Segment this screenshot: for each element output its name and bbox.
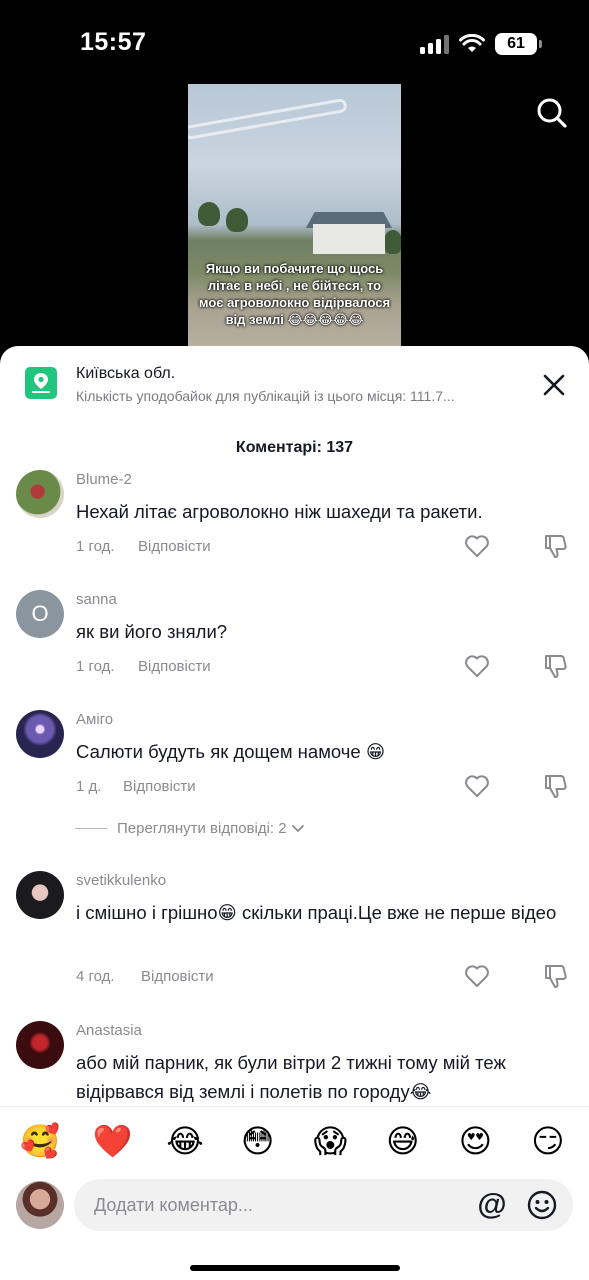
comment-input-box[interactable]: @ — [74, 1179, 573, 1231]
comment-username[interactable]: Blume-2 — [76, 471, 132, 488]
comment-input[interactable] — [94, 1179, 474, 1231]
status-bar: 15:57 61 — [0, 0, 589, 80]
reply-button[interactable]: Відповісти — [138, 658, 211, 675]
wifi-icon — [459, 34, 485, 52]
status-time: 15:57 — [80, 28, 147, 56]
close-icon[interactable] — [541, 372, 567, 398]
comment-text: Салюти будуть як дощем намоче 😁 — [76, 741, 386, 762]
home-indicator — [190, 1265, 400, 1271]
avatar[interactable] — [16, 871, 64, 919]
comment-time: 1 год. — [76, 538, 115, 555]
view-replies-button[interactable]: Переглянути відповіді: 2 — [75, 820, 305, 837]
emoji-button[interactable]: ❤️ — [93, 1121, 133, 1161]
smiley-icon[interactable] — [526, 1189, 558, 1221]
comment-username[interactable]: Anastasia — [76, 1022, 142, 1039]
emoji-button[interactable]: 🥰 — [20, 1121, 60, 1161]
video-preview[interactable]: Якщо ви побачите що щось літає в небі , … — [188, 84, 401, 354]
emoji-quick-bar: 🥰 ❤️ 😂 😳 😱 😅 😍 😏 — [20, 1121, 568, 1161]
emoji-button[interactable]: 😂 — [165, 1121, 205, 1161]
my-avatar[interactable] — [16, 1181, 64, 1229]
thumbs-down-icon[interactable] — [543, 773, 569, 799]
avatar[interactable]: O — [16, 590, 64, 638]
comment-text: або мій парник, як були вітри 2 тижні то… — [76, 1052, 506, 1102]
emoji-button[interactable]: 😅 — [383, 1121, 423, 1161]
video-tree — [198, 202, 220, 226]
battery-icon: 61 — [495, 33, 542, 55]
reply-button[interactable]: Відповісти — [138, 538, 211, 555]
screen: 15:57 61 Якщо ви побачите що щось літає … — [0, 0, 589, 1280]
comments-count: Коментарі: 137 — [235, 439, 354, 456]
comment-username[interactable]: Аміго — [76, 711, 113, 728]
thumbs-down-icon[interactable] — [543, 653, 569, 679]
comment-text: і смішно і грішно😁 скільки праці.Це вже … — [76, 902, 557, 923]
emoji-button[interactable]: 😱 — [310, 1121, 350, 1161]
emoji-button[interactable]: 😳 — [238, 1121, 278, 1161]
comment-composer: 🥰 ❤️ 😂 😳 😱 😅 😍 😏 @ — [0, 1106, 589, 1280]
reply-button[interactable]: Відповісти — [123, 778, 196, 795]
comment-text: Нехай літає агроволокно ніж шахеди та ра… — [76, 501, 483, 522]
heart-outline-icon[interactable] — [464, 654, 490, 678]
heart-outline-icon[interactable] — [464, 774, 490, 798]
status-icons: 61 — [420, 32, 542, 56]
comment-time: 1 д. — [76, 778, 102, 795]
video-fabric — [188, 97, 348, 141]
at-icon[interactable]: @ — [476, 1189, 508, 1221]
search-icon[interactable] — [536, 97, 568, 129]
video-tree — [226, 208, 248, 232]
emoji-button[interactable]: 😏 — [528, 1121, 568, 1161]
avatar[interactable] — [16, 710, 64, 758]
location-pin-icon — [25, 367, 57, 399]
video-caption: Якщо ви побачите що щось літає в небі , … — [198, 261, 391, 327]
cellular-signal-icon — [420, 34, 449, 54]
video-tree — [384, 230, 401, 254]
thumbs-down-icon[interactable] — [543, 963, 569, 989]
avatar[interactable] — [16, 1021, 64, 1069]
heart-outline-icon[interactable] — [464, 964, 490, 988]
comment-username[interactable]: svetikkulenko — [76, 872, 166, 889]
heart-outline-icon[interactable] — [464, 534, 490, 558]
chevron-down-icon — [291, 824, 304, 832]
location-title[interactable]: Київська обл. — [76, 365, 175, 383]
location-subtitle[interactable]: Кількість уподобайок для публікацій із ц… — [76, 388, 455, 404]
thumbs-down-icon[interactable] — [543, 533, 569, 559]
avatar[interactable] — [16, 470, 64, 518]
divider — [75, 828, 107, 829]
emoji-button[interactable]: 😍 — [455, 1121, 495, 1161]
comment-username[interactable]: sanna — [76, 591, 117, 608]
comment-time: 1 год. — [76, 658, 115, 675]
comment-text: як ви його зняли? — [76, 621, 228, 642]
video-house — [313, 224, 385, 254]
reply-button[interactable]: Відповісти — [141, 968, 214, 985]
comment-time: 4 год. — [76, 968, 115, 985]
view-replies-label: Переглянути відповіді: 2 — [117, 820, 287, 837]
